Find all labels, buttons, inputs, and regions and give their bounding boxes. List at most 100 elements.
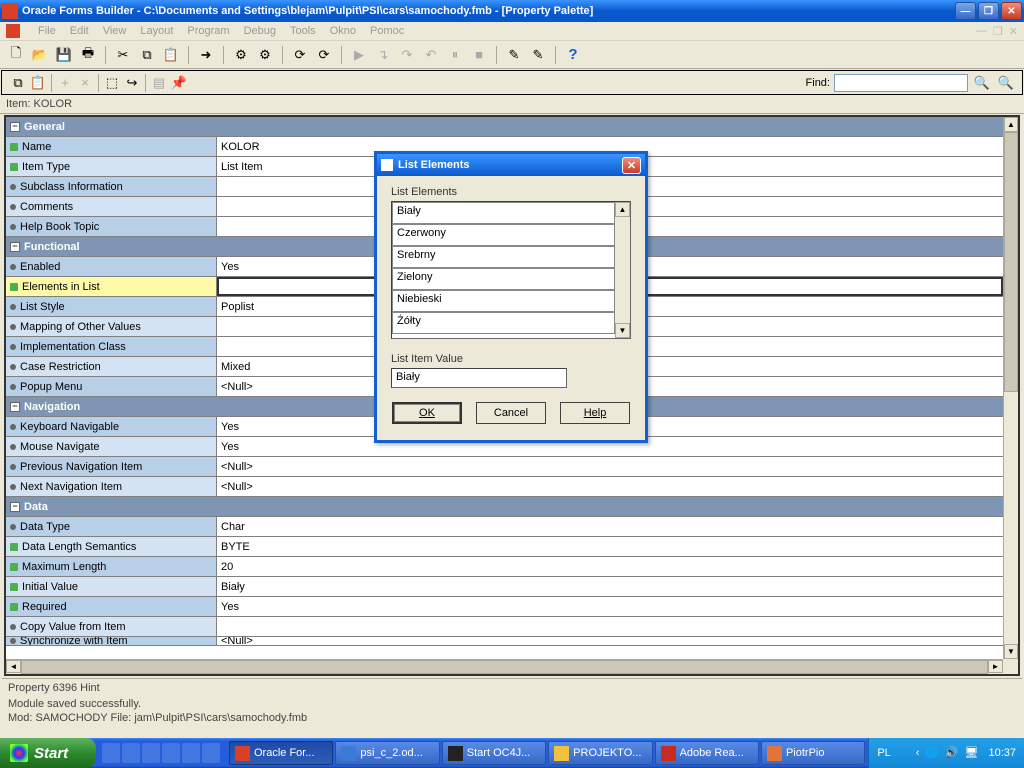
prop-mapping-label[interactable]: Mapping of Other Values: [20, 321, 141, 333]
scroll-right-icon[interactable]: ►: [988, 660, 1003, 673]
menu-debug[interactable]: Debug: [244, 25, 276, 37]
menu-tools[interactable]: Tools: [290, 25, 316, 37]
copy-prop-icon[interactable]: ⧉: [8, 73, 28, 93]
prop-maxlen-value[interactable]: 20: [217, 557, 1003, 576]
prop-itemtype-label[interactable]: Item Type: [22, 161, 70, 173]
list-item-value-input[interactable]: Biały: [391, 368, 567, 388]
step-out-icon[interactable]: ↶: [421, 45, 441, 65]
open-icon[interactable]: 📂: [30, 45, 50, 65]
prop-helpbook-label[interactable]: Help Book Topic: [20, 221, 99, 233]
prop-elements-label[interactable]: Elements in List: [22, 281, 100, 293]
new-icon[interactable]: 🗋: [6, 45, 26, 65]
collapse-icon[interactable]: −: [10, 502, 20, 512]
step-over-icon[interactable]: ↷: [397, 45, 417, 65]
horizontal-scrollbar[interactable]: ◄ ►: [6, 659, 1003, 674]
listbox-scrollbar[interactable]: ▲ ▼: [615, 202, 630, 338]
run-icon[interactable]: ⟳: [290, 45, 310, 65]
list-item[interactable]: Żółty: [392, 312, 615, 334]
prop-liststyle-label[interactable]: List Style: [20, 301, 65, 313]
quick-launch-icon[interactable]: [102, 743, 120, 763]
prop-prevnav-label[interactable]: Previous Navigation Item: [20, 461, 142, 473]
pause-icon[interactable]: ⏸: [445, 45, 465, 65]
prop-prevnav-value[interactable]: <Null>: [217, 457, 1003, 476]
dialog-titlebar[interactable]: List Elements ✕: [377, 154, 645, 176]
quick-launch-icon[interactable]: [182, 743, 200, 763]
section-navigation[interactable]: Navigation: [24, 401, 80, 413]
help-icon[interactable]: ?: [563, 45, 583, 65]
class-icon[interactable]: ▤: [149, 73, 169, 93]
taskbar-clock[interactable]: 10:37: [988, 747, 1016, 759]
prop-subclass-label[interactable]: Subclass Information: [20, 181, 123, 193]
tray-icon[interactable]: [896, 746, 911, 761]
mdi-minimize-icon[interactable]: —: [976, 25, 987, 38]
dialog-close-button[interactable]: ✕: [622, 157, 641, 174]
collapse-icon[interactable]: −: [10, 122, 20, 132]
mdi-close-icon[interactable]: ✕: [1009, 25, 1018, 38]
prop-required-label[interactable]: Required: [22, 601, 67, 613]
wizard-icon[interactable]: ✎: [528, 45, 548, 65]
list-item[interactable]: Srebrny: [392, 246, 615, 268]
prop-nextnav-value[interactable]: <Null>: [217, 477, 1003, 496]
tray-icon[interactable]: 🌐: [924, 746, 939, 761]
taskbar-task[interactable]: PiotrPio: [761, 741, 865, 765]
menu-pomoc[interactable]: Pomoc: [370, 25, 404, 37]
prop-enabled-label[interactable]: Enabled: [20, 261, 60, 273]
prop-datalen-label[interactable]: Data Length Semantics: [22, 541, 136, 553]
cancel-button[interactable]: Cancel: [476, 402, 546, 424]
list-elements-listbox[interactable]: Biały Czerwony Srebrny Zielony Niebieski…: [391, 201, 631, 339]
prop-nextnav-label[interactable]: Next Navigation Item: [20, 481, 122, 493]
menu-file[interactable]: File: [38, 25, 56, 37]
quick-launch-icon[interactable]: [142, 743, 160, 763]
list-item[interactable]: Niebieski: [392, 290, 615, 312]
add-icon[interactable]: +: [55, 73, 75, 93]
paste-icon[interactable]: 📋: [161, 45, 181, 65]
prop-datatype-label[interactable]: Data Type: [20, 521, 70, 533]
section-data[interactable]: Data: [24, 501, 48, 513]
scroll-down-icon[interactable]: ▼: [615, 323, 630, 338]
prop-sync-label[interactable]: Synchronize with Item: [20, 637, 128, 646]
prop-popup-label[interactable]: Popup Menu: [20, 381, 82, 393]
collapse-icon[interactable]: −: [10, 402, 20, 412]
stop-icon[interactable]: ■: [469, 45, 489, 65]
scroll-left-icon[interactable]: ◄: [6, 660, 21, 673]
tree-icon[interactable]: ⬚: [102, 73, 122, 93]
start-button[interactable]: Start: [0, 738, 96, 768]
taskbar-task[interactable]: psi_c_2.od...: [335, 741, 439, 765]
prop-required-value[interactable]: Yes: [217, 597, 1003, 616]
vertical-scrollbar[interactable]: ▲ ▼: [1003, 117, 1018, 659]
ok-button[interactable]: OK: [392, 402, 462, 424]
section-functional[interactable]: Functional: [24, 241, 80, 253]
copy-icon[interactable]: ⧉: [137, 45, 157, 65]
print-icon[interactable]: 🖶: [78, 45, 98, 65]
scroll-down-icon[interactable]: ▼: [1004, 644, 1018, 659]
paste-prop-icon[interactable]: 📋: [28, 73, 48, 93]
tray-icon[interactable]: 🔊: [944, 746, 959, 761]
cut-icon[interactable]: ✂: [113, 45, 133, 65]
inherit-icon[interactable]: ↪: [122, 73, 142, 93]
compile-all-icon[interactable]: ⚙: [255, 45, 275, 65]
run-form-icon[interactable]: ⟳: [314, 45, 334, 65]
menu-okno[interactable]: Okno: [330, 25, 356, 37]
prop-maxlen-label[interactable]: Maximum Length: [22, 561, 106, 573]
tray-icon[interactable]: 🖥: [964, 746, 979, 761]
prop-datalen-value[interactable]: BYTE: [217, 537, 1003, 556]
prop-name-label[interactable]: Name: [22, 141, 51, 153]
menu-program[interactable]: Program: [187, 25, 229, 37]
language-indicator[interactable]: PL: [877, 747, 890, 759]
list-item[interactable]: Czerwony: [392, 224, 615, 246]
prop-initval-label[interactable]: Initial Value: [22, 581, 78, 593]
step-into-icon[interactable]: ↴: [373, 45, 393, 65]
find-prev-icon[interactable]: 🔍: [996, 73, 1016, 93]
scroll-up-icon[interactable]: ▲: [615, 202, 630, 217]
list-item[interactable]: Zielony: [392, 268, 615, 290]
pin-icon[interactable]: 📌: [169, 73, 189, 93]
find-input[interactable]: [834, 74, 968, 92]
quick-launch-icon[interactable]: [202, 743, 220, 763]
taskbar-task[interactable]: Oracle For...: [229, 741, 333, 765]
connect-icon[interactable]: ➜: [196, 45, 216, 65]
compile-icon[interactable]: ⚙: [231, 45, 251, 65]
quick-launch-icon[interactable]: [162, 743, 180, 763]
quick-launch-icon[interactable]: [122, 743, 140, 763]
mdi-restore-icon[interactable]: ❐: [993, 25, 1003, 38]
prop-sync-value[interactable]: <Null>: [217, 637, 1003, 645]
